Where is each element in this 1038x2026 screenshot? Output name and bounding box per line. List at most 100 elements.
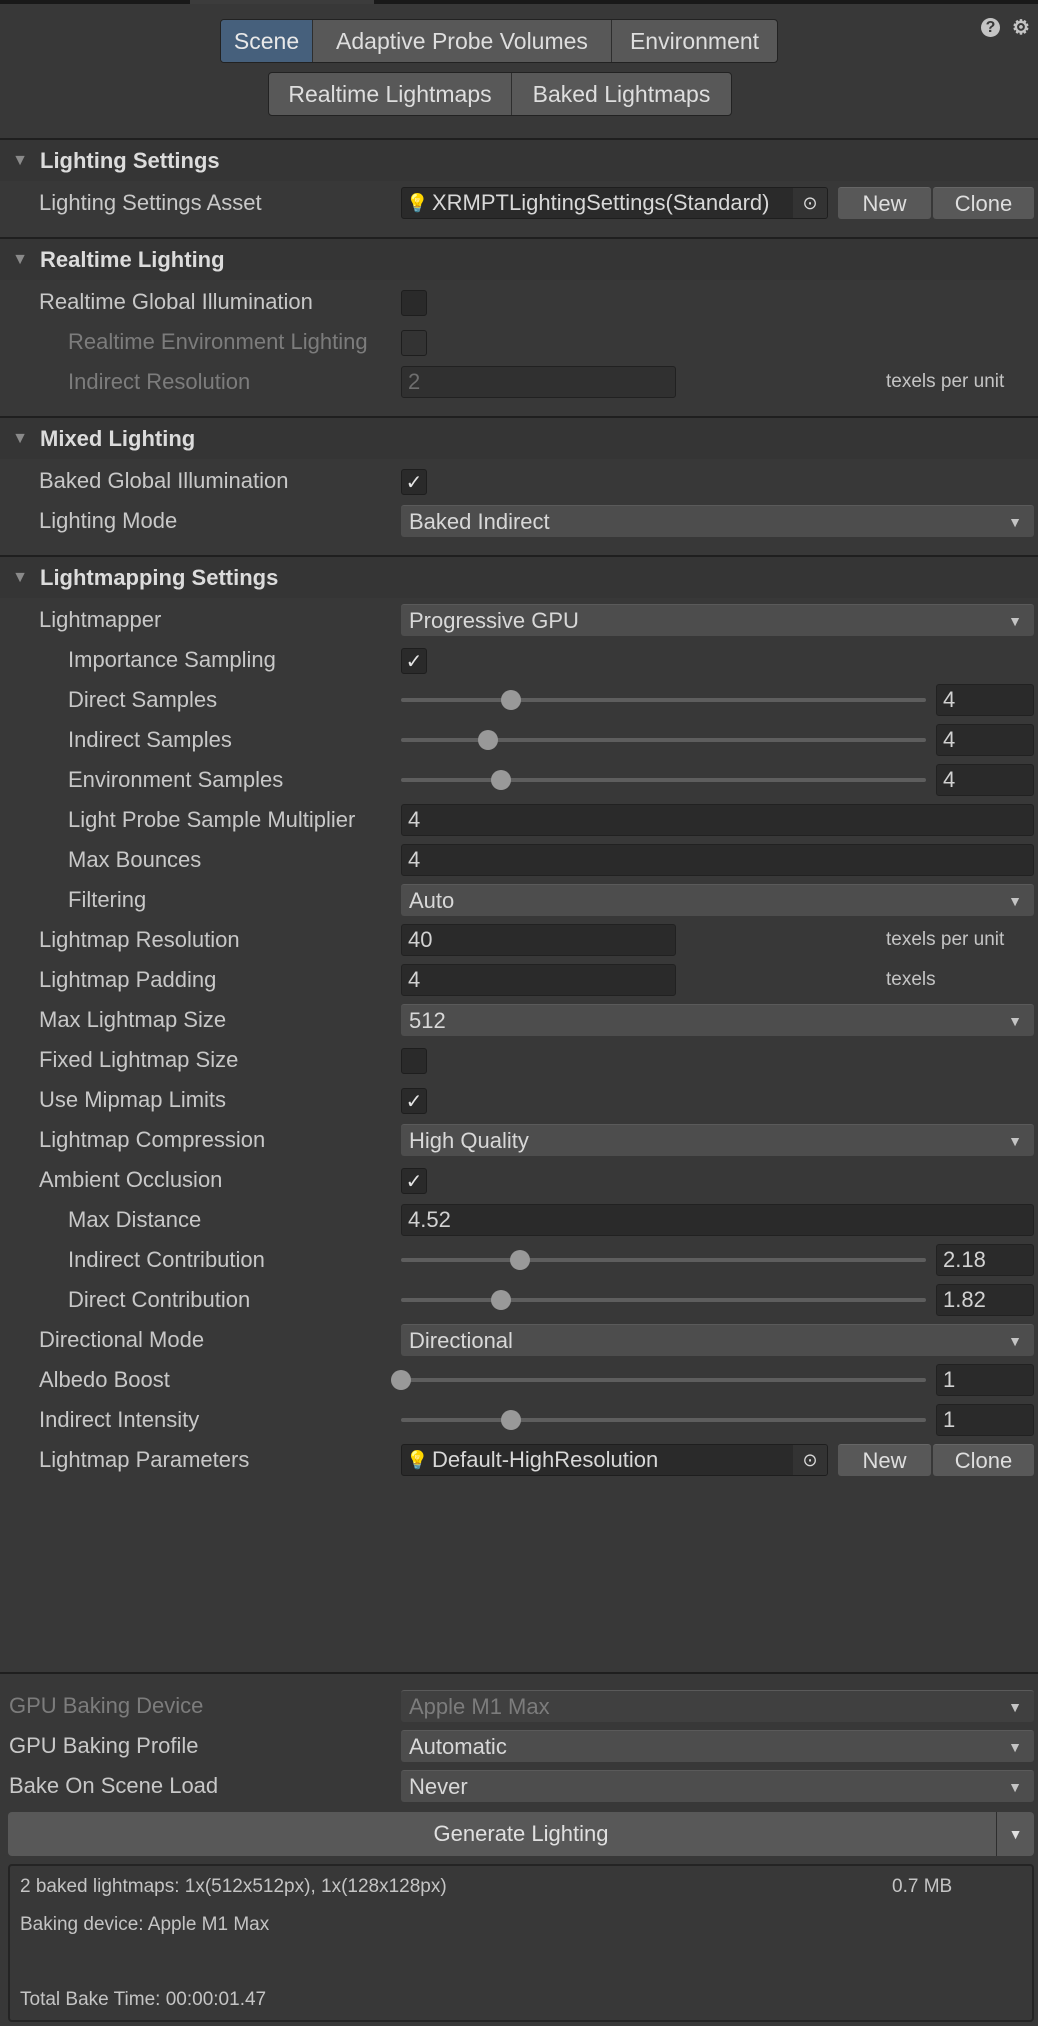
direct-contribution-value-input[interactable]: 1.82 [936,1284,1034,1316]
foldout-triangle-icon[interactable]: ▼ [0,569,40,587]
environment-samples-slider[interactable] [401,760,926,800]
generate-lighting-button[interactable]: Generate Lighting ▼ [8,1812,1034,1856]
foldout-triangle-icon[interactable]: ▼ [0,152,40,170]
direct-samples-value-input[interactable]: 4 [936,684,1034,716]
bake-panel: GPU Baking Device Apple M1 Max ▼ GPU Baking… [0,1672,1038,2026]
indirect-intensity-slider[interactable] [401,1400,926,1440]
lightmap-resolution-input[interactable]: 40 [401,924,676,956]
bake-info-box: 2 baked lightmaps: 1x(512x512px), 1x(128… [8,1864,1034,2022]
active-window-tab[interactable] [190,0,374,4]
lighting-settings-asset-object-field[interactable]: 💡 XRMPTLightingSettings(Standard) ⊙ [401,187,828,219]
object-picker-icon[interactable]: ⊙ [793,188,827,218]
field-label: Direct Samples [68,687,218,712]
filtering-dropdown[interactable]: Auto ▼ [401,884,1034,916]
section-title: Realtime Lighting [40,246,225,272]
max-distance-input[interactable]: 4.52 [401,1204,1034,1236]
lightmap-padding-input[interactable]: 4 [401,964,676,996]
chevron-down-icon[interactable]: ▼ [996,1812,1034,1856]
new-button[interactable]: New [838,187,931,219]
clone-button[interactable]: Clone [933,187,1034,219]
tab-scene[interactable]: Scene [221,20,313,62]
object-picker-icon[interactable]: ⊙ [793,1445,827,1475]
baked-global-illumination-checkbox[interactable]: ✓ [401,469,427,495]
new-button[interactable]: New [838,1444,931,1476]
indirect-samples-value-input[interactable]: 4 [936,724,1034,756]
lightmap-compression-dropdown[interactable]: High Quality ▼ [401,1124,1034,1156]
section-title: Mixed Lighting [40,425,196,451]
realtime-global-illumination-checkbox[interactable] [401,290,427,316]
indirect-samples-slider[interactable] [401,720,926,760]
gpu-baking-profile-dropdown[interactable]: Automatic ▼ [401,1730,1034,1762]
directional-mode-dropdown[interactable]: Directional ▼ [401,1324,1034,1356]
units-label: texels per unit [886,371,1005,392]
tab-environment[interactable]: Environment [612,20,777,62]
section-header[interactable]: ▼ Realtime Lighting [0,237,1038,280]
row-gpu-baking-profile: GPU Baking Profile Automatic ▼ [0,1726,1038,1766]
field-label: Max Lightmap Size [39,1007,227,1032]
baking-device-info: Baking device: Apple M1 Max [20,1914,270,1935]
field-label: Realtime Global Illumination [39,289,313,314]
use-mipmap-limits-checkbox[interactable]: ✓ [401,1088,427,1114]
slider-thumb[interactable] [477,730,498,750]
slider-thumb[interactable] [391,1370,411,1390]
section-realtime-lighting: ▼ Realtime Lighting Realtime Global Illumi… [0,237,1038,416]
window-toolbar: ? ⚙ [981,16,1032,39]
slider-track [401,1258,926,1262]
albedo-boost-value-input[interactable]: 1 [936,1364,1034,1396]
dropdown-value: Progressive GPU [409,607,579,633]
section-header[interactable]: ▼ Mixed Lighting [0,416,1038,459]
importance-sampling-checkbox[interactable]: ✓ [401,648,427,674]
slider-track [401,698,926,702]
slider-track [401,1418,926,1422]
albedo-boost-slider[interactable] [391,1360,926,1400]
direct-contribution-slider[interactable] [401,1280,926,1320]
field-label: Max Bounces [68,847,202,872]
section-header[interactable]: ▼ Lighting Settings [0,138,1038,181]
tab-bar-secondary: Realtime Lightmaps Baked Lightmaps [268,72,732,116]
indirect-contribution-slider[interactable] [401,1240,926,1280]
slider-thumb[interactable] [501,1410,522,1430]
direct-samples-slider[interactable] [401,680,926,720]
lighting-mode-dropdown[interactable]: Baked Indirect ▼ [401,505,1034,537]
window-tab-strip [0,0,1038,4]
tab-baked-lightmaps[interactable]: Baked Lightmaps [512,73,731,115]
help-icon[interactable]: ? [981,18,1000,37]
section-header[interactable]: ▼ Lightmapping Settings [0,555,1038,598]
row-directional-mode: Directional Mode Directional ▼ [0,1320,1038,1360]
row-indirect-intensity: Indirect Intensity 1 [0,1400,1038,1440]
field-label: Baked Global Illumination [39,468,289,493]
foldout-triangle-icon[interactable]: ▼ [0,430,40,448]
dropdown-value: Apple M1 Max [409,1693,550,1719]
max-bounces-input[interactable]: 4 [401,844,1034,876]
row-lightmap-compression: Lightmap Compression High Quality ▼ [0,1120,1038,1160]
lightmap-parameters-object-field[interactable]: 💡 Default-HighResolution ⊙ [401,1444,828,1476]
tab-realtime-lightmaps[interactable]: Realtime Lightmaps [269,73,512,115]
light-probe-sample-multiplier-input[interactable]: 4 [401,804,1034,836]
clone-button[interactable]: Clone [933,1444,1034,1476]
bake-on-scene-load-dropdown[interactable]: Never ▼ [401,1770,1034,1802]
section-rows: Lightmapper Progressive GPU ▼ Importance Sa… [0,598,1038,1494]
tab-adaptive-probe-volumes[interactable]: Adaptive Probe Volumes [313,20,612,62]
ambient-occlusion-checkbox[interactable]: ✓ [401,1168,427,1194]
indirect-intensity-value-input[interactable]: 1 [936,1404,1034,1436]
foldout-triangle-icon[interactable]: ▼ [0,251,40,269]
row-environment-samples: Environment Samples 4 [0,760,1038,800]
fixed-lightmap-size-checkbox[interactable] [401,1048,427,1074]
lightbulb-settings-icon: 💡 [406,192,429,213]
slider-thumb[interactable] [510,1250,531,1270]
environment-samples-value-input[interactable]: 4 [936,764,1034,796]
row-lightmap-padding: Lightmap Padding 4 texels [0,960,1038,1000]
row-lighting-mode: Lighting Mode Baked Indirect ▼ [0,501,1038,541]
max-lightmap-size-dropdown[interactable]: 512 ▼ [401,1004,1034,1036]
slider-thumb[interactable] [501,690,522,710]
slider-thumb[interactable] [490,770,511,790]
indirect-contribution-value-input[interactable]: 2.18 [936,1244,1034,1276]
field-label: Lightmap Parameters [39,1447,250,1472]
slider-thumb[interactable] [490,1290,511,1310]
row-direct-contribution: Direct Contribution 1.82 [0,1280,1038,1320]
gear-icon[interactable]: ⚙ [1010,16,1032,39]
lighting-window: Scene Adaptive Probe Volumes Environment… [0,0,1038,2026]
section-rows: Lighting Settings Asset 💡 XRMPTLightingSet… [0,181,1038,237]
lightmapper-dropdown[interactable]: Progressive GPU ▼ [401,604,1034,636]
units-label: texels [886,969,936,990]
